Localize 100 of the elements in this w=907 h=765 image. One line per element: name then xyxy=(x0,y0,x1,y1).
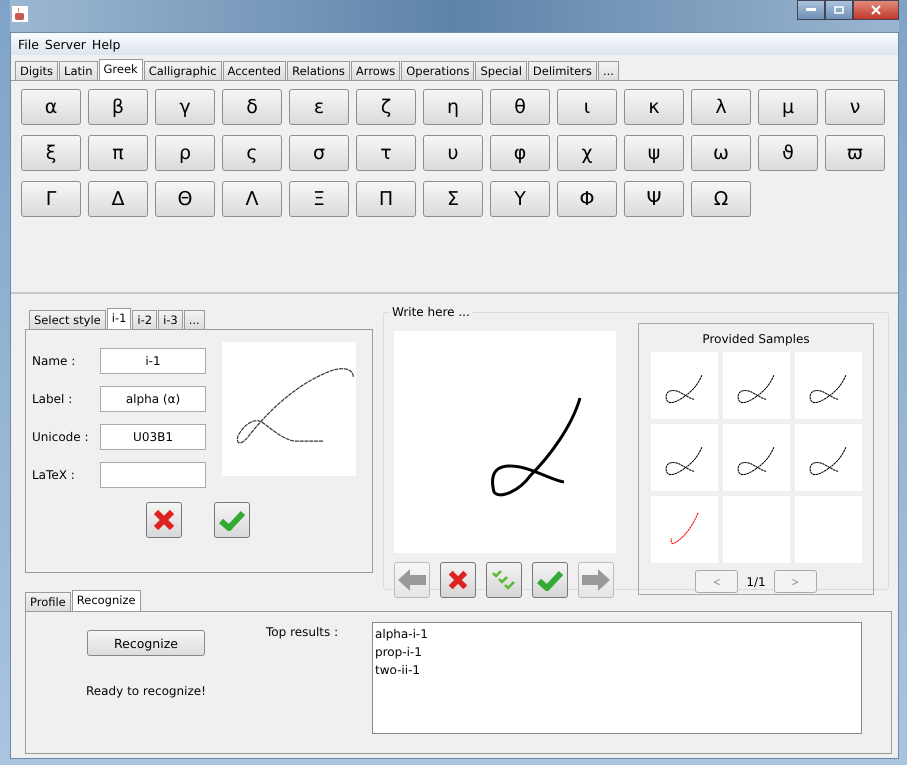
right-arrow-icon xyxy=(582,569,610,591)
maximize-button[interactable] xyxy=(825,0,853,20)
symbol-button[interactable]: Λ xyxy=(222,181,282,217)
symbol-button[interactable]: Ψ xyxy=(624,181,684,217)
menu-item[interactable]: File xyxy=(15,36,42,52)
menu-item[interactable]: Server xyxy=(42,36,89,52)
tab[interactable]: ... xyxy=(184,310,205,329)
close-button[interactable] xyxy=(853,0,899,20)
sample-cell[interactable] xyxy=(722,352,790,419)
tab[interactable]: Arrows xyxy=(350,61,400,80)
sample-cell[interactable] xyxy=(650,352,718,419)
field-label: LaTeX : xyxy=(32,468,76,482)
symbol-button[interactable]: φ xyxy=(490,135,550,171)
symbol-button[interactable]: Ω xyxy=(691,181,751,217)
symbol-button[interactable]: τ xyxy=(356,135,416,171)
delete-button[interactable] xyxy=(146,502,182,538)
panel-title: Provided Samples xyxy=(702,332,810,346)
minimize-button[interactable] xyxy=(797,0,825,20)
sample-cell[interactable] xyxy=(794,424,862,491)
result-item[interactable]: two-ii-1 xyxy=(375,661,859,679)
symbol-button[interactable]: ι xyxy=(557,89,617,125)
field-label: Unicode : xyxy=(32,430,90,444)
maximize-icon xyxy=(834,6,844,14)
recognize-button[interactable]: Recognize xyxy=(87,630,205,656)
sample-cell[interactable] xyxy=(794,352,862,419)
accept-all-button[interactable] xyxy=(486,562,522,598)
checkmarks-icon xyxy=(492,569,516,591)
tab[interactable]: Special xyxy=(475,61,527,80)
tab[interactable]: i-2 xyxy=(132,310,158,329)
input-field[interactable]: U03B1 xyxy=(100,424,206,450)
symbol-button[interactable]: β xyxy=(88,89,148,125)
symbol-button[interactable]: Γ xyxy=(21,181,81,217)
sample-cell[interactable] xyxy=(650,424,718,491)
symbol-button[interactable]: λ xyxy=(691,89,751,125)
cross-icon xyxy=(152,508,176,532)
tab[interactable]: Accented xyxy=(222,61,286,80)
tab[interactable]: Delimiters xyxy=(528,61,597,80)
symbol-button[interactable]: ε xyxy=(289,89,349,125)
tab[interactable]: Relations xyxy=(287,61,350,80)
next-button[interactable] xyxy=(578,562,614,598)
tab[interactable]: i-3 xyxy=(158,310,183,329)
result-item[interactable]: alpha-i-1 xyxy=(375,625,859,643)
tab[interactable]: Calligraphic xyxy=(144,61,222,80)
symbol-button[interactable]: Σ xyxy=(423,181,483,217)
symbol-button[interactable]: ϖ xyxy=(825,135,885,171)
confirm-button[interactable] xyxy=(214,502,250,538)
symbol-button[interactable]: ν xyxy=(825,89,885,125)
page-indicator: 1/1 xyxy=(746,574,766,588)
symbol-button[interactable]: γ xyxy=(155,89,215,125)
symbol-button[interactable]: ς xyxy=(222,135,282,171)
symbol-button[interactable]: ψ xyxy=(624,135,684,171)
clear-button[interactable] xyxy=(440,562,476,598)
field-label: Label : xyxy=(32,392,74,406)
symbol-button[interactable]: Φ xyxy=(557,181,617,217)
symbol-button[interactable]: π xyxy=(88,135,148,171)
coffee-cup-icon xyxy=(12,6,28,22)
sample-cell[interactable] xyxy=(722,424,790,491)
sample-cell[interactable] xyxy=(650,496,718,563)
symbol-button[interactable]: Θ xyxy=(155,181,215,217)
symbol-button[interactable]: ρ xyxy=(155,135,215,171)
symbol-button[interactable]: Δ xyxy=(88,181,148,217)
tab[interactable]: i-1 xyxy=(106,308,132,329)
symbol-button[interactable]: ζ xyxy=(356,89,416,125)
result-item[interactable]: prop-i-1 xyxy=(375,643,859,661)
tab[interactable]: Profile xyxy=(25,592,71,611)
tab[interactable]: Select style xyxy=(29,310,106,329)
tab[interactable]: Digits xyxy=(15,61,58,80)
input-field[interactable]: alpha (α) xyxy=(100,386,206,412)
minimize-icon xyxy=(806,8,816,12)
symbol-button[interactable]: Ξ xyxy=(289,181,349,217)
symbol-button[interactable]: υ xyxy=(423,135,483,171)
field-label: Name : xyxy=(32,354,76,368)
status-text: Ready to recognize! xyxy=(86,684,206,698)
symbol-button[interactable]: σ xyxy=(289,135,349,171)
left-arrow-icon xyxy=(398,569,426,591)
previous-button[interactable] xyxy=(394,562,430,598)
tab[interactable]: Greek xyxy=(98,59,143,80)
symbol-button[interactable]: κ xyxy=(624,89,684,125)
symbol-button[interactable]: η xyxy=(423,89,483,125)
cross-icon xyxy=(447,569,469,591)
symbol-button[interactable]: ξ xyxy=(21,135,81,171)
symbol-button[interactable]: δ xyxy=(222,89,282,125)
symbol-button[interactable]: θ xyxy=(490,89,550,125)
input-field[interactable] xyxy=(100,462,206,488)
close-icon xyxy=(871,5,881,15)
symbol-button[interactable]: Υ xyxy=(490,181,550,217)
tab[interactable]: ... xyxy=(598,61,619,80)
symbol-button[interactable]: Π xyxy=(356,181,416,217)
input-field[interactable]: i-1 xyxy=(100,348,206,374)
accept-button[interactable] xyxy=(532,562,568,598)
menu-item[interactable]: Help xyxy=(88,36,124,52)
tab[interactable]: Operations xyxy=(401,61,474,80)
checkmark-icon xyxy=(219,509,245,531)
symbol-button[interactable]: α xyxy=(21,89,81,125)
tab[interactable]: Latin xyxy=(59,61,98,80)
symbol-button[interactable]: ω xyxy=(691,135,751,171)
symbol-button[interactable]: ϑ xyxy=(758,135,818,171)
symbol-button[interactable]: χ xyxy=(557,135,617,171)
symbol-button[interactable]: μ xyxy=(758,89,818,125)
tab[interactable]: Recognize xyxy=(72,590,141,611)
